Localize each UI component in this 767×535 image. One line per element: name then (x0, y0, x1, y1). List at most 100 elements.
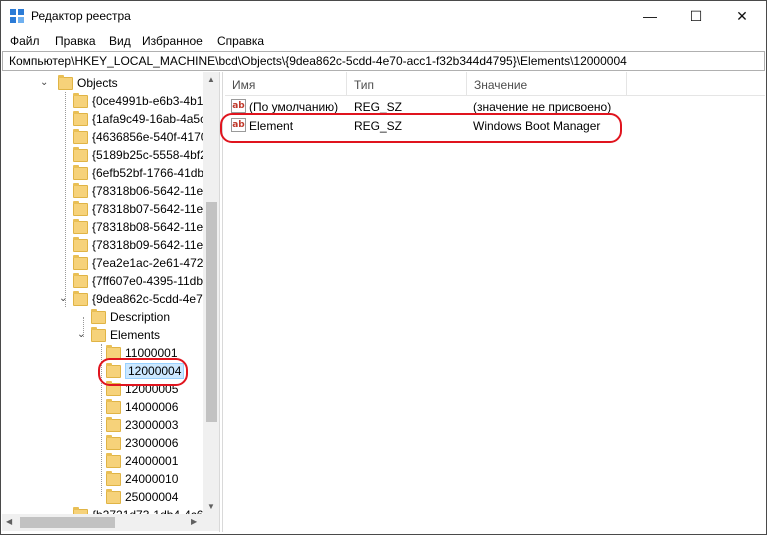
column-header-label: Тип (354, 78, 375, 92)
tree-node[interactable]: 24000010 (106, 470, 178, 488)
folder-icon (106, 380, 121, 396)
tree-node-label: 23000003 (125, 418, 179, 432)
tree-node-label: 14000006 (125, 400, 179, 414)
column-header-name[interactable]: Имя (225, 72, 347, 96)
tree-node[interactable]: {7ff607e0-4395-11db- (73, 272, 207, 290)
tree-node-label: {7ff607e0-4395-11db- (92, 274, 207, 288)
tree-node[interactable]: 24000001 (106, 452, 178, 470)
close-button[interactable]: ✕ (719, 1, 765, 31)
tree-node-label: 12000005 (125, 382, 179, 396)
tree-guide-line (101, 344, 102, 496)
value-name: (По умолчанию) (249, 100, 339, 114)
tree-node-label: {6efb52bf-1766-41db (92, 166, 205, 180)
menu-edit[interactable]: Правка (55, 34, 96, 48)
tree-node-label: 12000004 (125, 363, 185, 379)
menu-help[interactable]: Справка (217, 34, 264, 48)
tree-node-description[interactable]: Description (91, 308, 170, 326)
folder-icon (73, 272, 88, 288)
value-type: REG_SZ (354, 119, 403, 133)
menu-bar: Файл Правка Вид Избранное Справка (1, 31, 766, 51)
tree-node[interactable]: 23000006 (106, 434, 178, 452)
tree-node[interactable]: 12000005 (106, 380, 178, 398)
value-row[interactable]: ab Element REG_SZ Windows Boot Manager (225, 116, 765, 135)
tree-node[interactable]: {6efb52bf-1766-41db (73, 164, 204, 182)
tree-node-label: {78318b06-5642-11ee (92, 184, 210, 198)
tree-node[interactable]: {7ea2e1ac-2e61-4728 (73, 254, 210, 272)
scroll-down-icon[interactable]: ▼ (207, 502, 215, 511)
folder-icon (106, 452, 121, 468)
title-bar[interactable]: Редактор реестра — ☐ ✕ (1, 1, 766, 31)
tree-node[interactable]: {78318b08-5642-11ee (73, 218, 210, 236)
scroll-thumb[interactable] (206, 202, 217, 422)
folder-icon (106, 434, 121, 450)
tree-node[interactable]: {0ce4991b-e6b3-4b16 (73, 92, 210, 110)
tree-vertical-scrollbar[interactable]: ▲ ▼ (203, 72, 219, 514)
menu-file[interactable]: Файл (10, 34, 40, 48)
folder-icon (73, 218, 88, 234)
tree-horizontal-scrollbar[interactable]: ◀ ▶ (2, 514, 203, 531)
tree-node[interactable]: 25000004 (106, 488, 178, 506)
scroll-right-icon[interactable]: ▶ (191, 517, 197, 526)
value-name: Element (249, 119, 294, 133)
folder-icon (73, 164, 88, 180)
menu-view[interactable]: Вид (109, 34, 131, 48)
folder-icon (73, 200, 88, 216)
tree-node[interactable]: {5189b25c-5558-4bf2 (73, 146, 207, 164)
tree-node-selected[interactable]: 12000004 (106, 362, 185, 380)
column-header-type[interactable]: Тип (347, 72, 467, 96)
tree-node[interactable]: 23000003 (106, 416, 178, 434)
tree-node-label: Objects (77, 76, 118, 90)
tree-node-label: {78318b07-5642-11ee (92, 202, 210, 216)
folder-icon (106, 470, 121, 486)
tree-node[interactable]: {1afa9c49-16ab-4a5c (73, 110, 206, 128)
tree-node-label: Description (110, 310, 171, 324)
menu-favorites[interactable]: Избранное (142, 34, 203, 48)
chevron-down-icon[interactable]: ⌄ (77, 329, 85, 340)
maximize-button[interactable]: ☐ (673, 1, 719, 31)
tree-node-label: {78318b09-5642-11ee (92, 238, 210, 252)
tree-node-objects[interactable]: ⌄ Objects (40, 74, 118, 92)
folder-icon (73, 236, 88, 252)
column-header-label: Значение (474, 78, 528, 92)
tree-node[interactable]: {78318b07-5642-11ee (73, 200, 210, 218)
chevron-down-icon[interactable]: ⌄ (59, 293, 67, 304)
tree-node-label: {9dea862c-5cdd-4e70 (92, 292, 210, 306)
close-icon: ✕ (736, 7, 748, 24)
value-data: (значение не присвоено) (473, 100, 612, 114)
values-list[interactable]: Имя Тип Значение ab (По умолчанию) REG_S… (220, 72, 765, 532)
tree-node-label: {1afa9c49-16ab-4a5c (92, 112, 207, 126)
value-row[interactable]: ab (По умолчанию) REG_SZ (значение не пр… (225, 97, 765, 116)
tree-node-label: Elements (110, 328, 161, 342)
value-data: Windows Boot Manager (473, 119, 601, 133)
tree-node-label: {4636856e-540f-4170- (92, 130, 212, 144)
tree-node-elements[interactable]: ⌄ Elements (77, 326, 161, 344)
chevron-down-icon[interactable]: ⌄ (40, 77, 48, 88)
folder-icon (106, 416, 121, 432)
column-header-value[interactable]: Значение (467, 72, 627, 96)
tree-node[interactable]: 14000006 (106, 398, 178, 416)
tree-node-label: 11000001 (125, 346, 178, 360)
tree-node-label: {5189b25c-5558-4bf2 (92, 148, 207, 162)
minimize-button[interactable]: — (627, 1, 673, 31)
tree-node[interactable]: 11000001 (106, 344, 178, 362)
tree-node-label: 24000010 (125, 472, 179, 486)
scroll-left-icon[interactable]: ◀ (6, 517, 12, 526)
address-bar[interactable]: Компьютер\HKEY_LOCAL_MACHINE\bcd\Objects… (2, 51, 765, 71)
folder-icon (106, 362, 121, 378)
tree-node[interactable]: {78318b06-5642-11ee (73, 182, 210, 200)
tree-node-label: {78318b08-5642-11ee (92, 220, 210, 234)
tree-node-expanded[interactable]: ⌄ {9dea862c-5cdd-4e70 (59, 290, 210, 308)
window-title: Редактор реестра (31, 9, 131, 23)
tree-node[interactable]: {78318b09-5642-11ee (73, 236, 210, 254)
address-path: Компьютер\HKEY_LOCAL_MACHINE\bcd\Objects… (9, 54, 627, 68)
folder-icon (91, 326, 106, 342)
scrollbar-corner (203, 514, 219, 531)
scroll-up-icon[interactable]: ▲ (207, 75, 215, 84)
registry-tree[interactable]: ⌄ Objects {0ce4991b-e6b3-4b16 {1afa9c49-… (2, 72, 220, 532)
string-value-icon: ab (231, 99, 246, 113)
minimize-icon: — (643, 8, 657, 24)
scroll-thumb[interactable] (20, 517, 115, 528)
registry-editor-window: Редактор реестра — ☐ ✕ Файл Правка Вид И… (0, 0, 767, 535)
tree-guide-line (65, 92, 66, 307)
tree-node[interactable]: {4636856e-540f-4170- (73, 128, 211, 146)
